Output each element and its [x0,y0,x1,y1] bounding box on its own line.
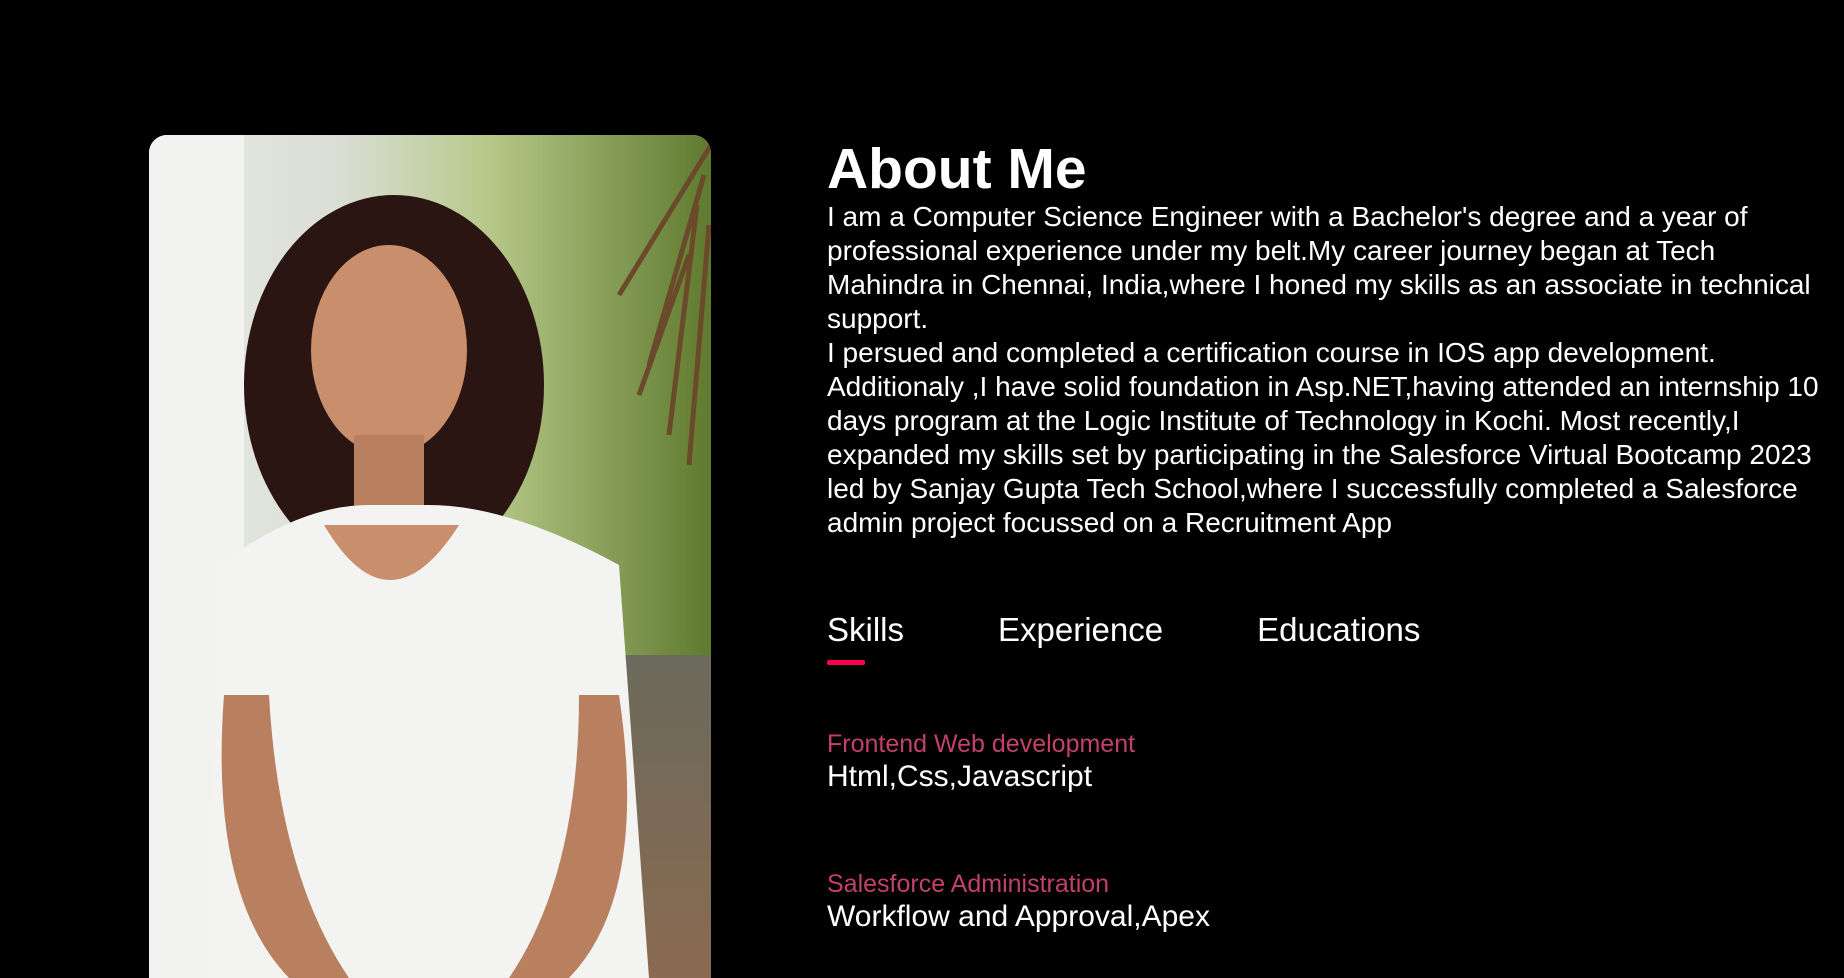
portrait-image [149,135,711,978]
tab-educations[interactable]: Educations [1257,610,1420,650]
about-section: About Me I am a Computer Science Enginee… [0,0,1844,978]
skill-value: Html,Css,Javascript [827,760,1093,793]
skill-item-frontend: Frontend Web development Html,Css,Javasc… [827,729,1135,795]
skill-value: Workflow and Approval,Apex [827,900,1210,933]
tab-skills[interactable]: Skills [827,610,904,665]
skill-title: Frontend Web development [827,730,1136,758]
about-title: About Me [827,137,1087,201]
tab-bar: Skills Experience Educations [827,610,1514,665]
skill-item-salesforce: Salesforce Administration Workflow and A… [827,869,1210,935]
about-bio: I am a Computer Science Engineer with a … [827,201,1819,538]
tab-experience[interactable]: Experience [998,610,1163,650]
skill-title: Salesforce Administration [827,870,1110,898]
about-content: About Me I am a Computer Science Enginee… [827,138,1827,540]
profile-photo [149,135,711,978]
